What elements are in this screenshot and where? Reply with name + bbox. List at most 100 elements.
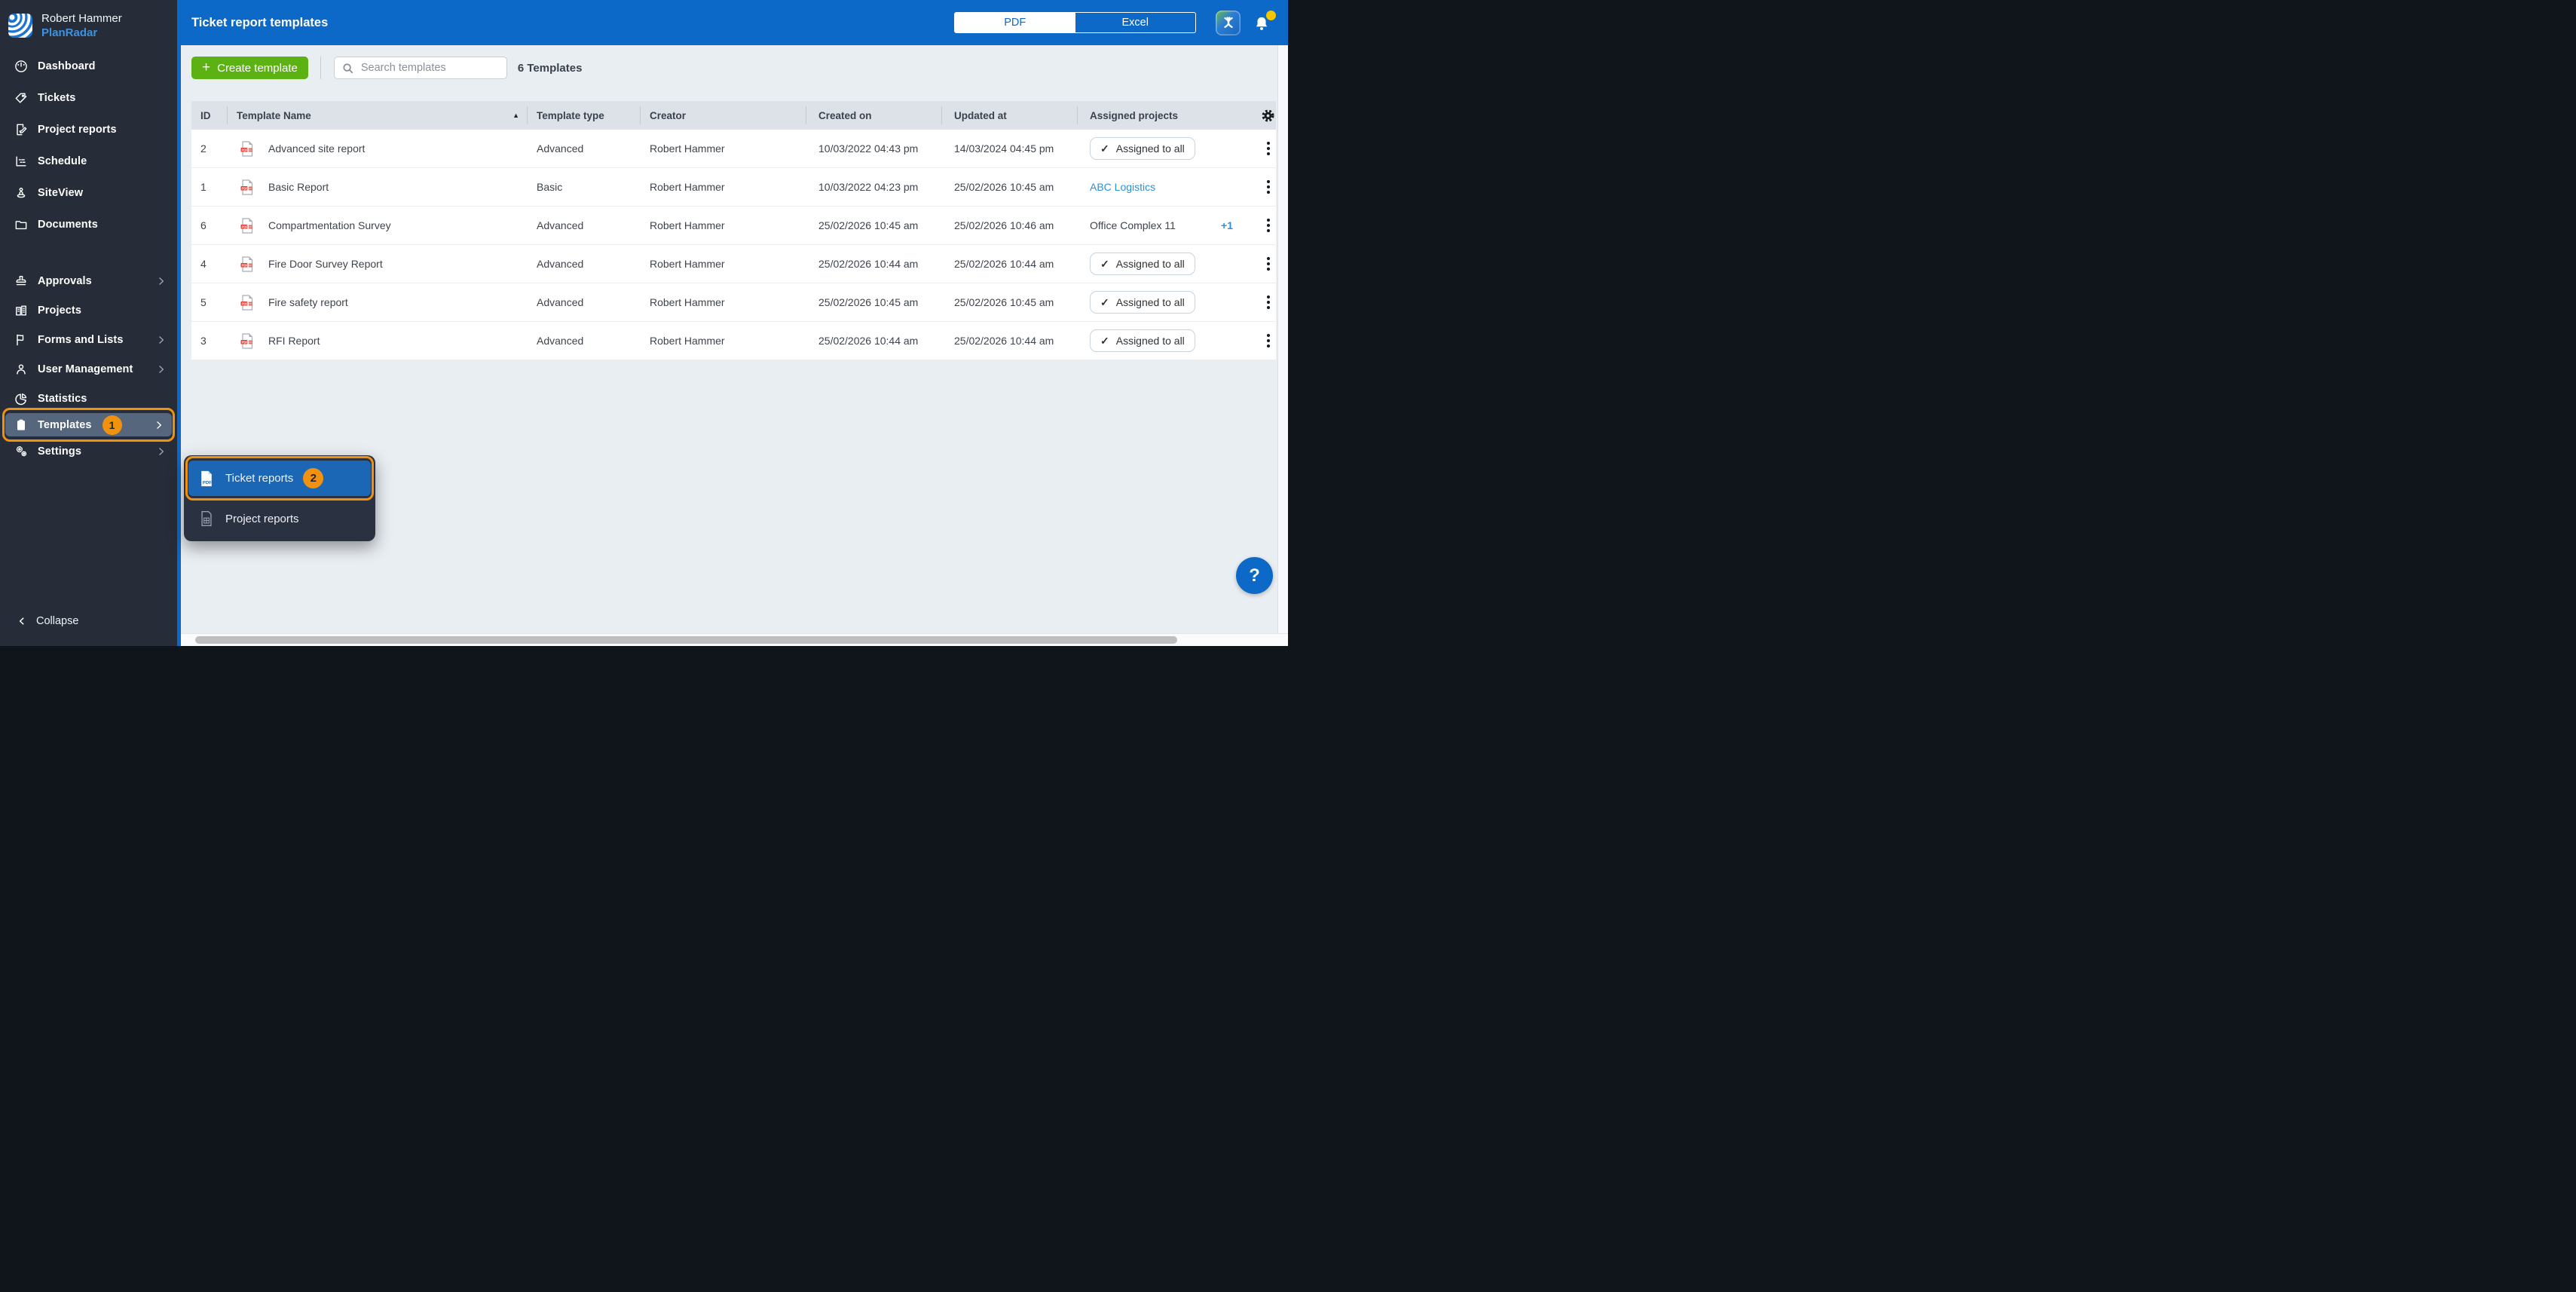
sidebar-item[interactable]: Statistics (0, 384, 177, 413)
tab-pdf[interactable]: PDF (955, 13, 1075, 32)
sidebar-item[interactable]: Tickets (0, 82, 177, 114)
sidebar-item[interactable]: Forms and Lists (0, 325, 177, 354)
sidebar-item-label: Templates (38, 419, 92, 431)
cell-updated-at: 25/02/2026 10:45 am (942, 181, 1078, 193)
template-name-text[interactable]: Compartmentation Survey (268, 219, 391, 231)
export-format-toggle: PDF Excel (954, 12, 1196, 33)
whats-new-button[interactable] (1216, 11, 1241, 35)
cell-assigned-projects: ABC Logistics (1078, 181, 1251, 193)
column-header-updated-at[interactable]: Updated at (942, 106, 1078, 124)
row-menu-kebab-icon[interactable] (1264, 331, 1273, 351)
sidebar-item[interactable]: Settings (0, 436, 177, 466)
sidebar-item[interactable]: SiteView (0, 177, 177, 209)
row-menu-kebab-icon[interactable] (1264, 216, 1273, 235)
templates-toolbar: + Create template 6 Templates (191, 57, 582, 79)
assigned-more-link[interactable]: +1 (1221, 219, 1233, 231)
sidebar: Robert Hammer PlanRadar Dashboard Ticket… (0, 0, 177, 646)
column-header-creator[interactable]: Creator (641, 106, 806, 124)
template-table-row[interactable]: 2 PDF Advanced site report Advanced Robe… (191, 130, 1276, 168)
table-settings-gear-icon[interactable] (1261, 109, 1275, 123)
submenu-item-label: Project reports (225, 513, 299, 525)
templates-count: 6 Templates (518, 62, 583, 75)
search-box (334, 57, 507, 79)
column-header-template-type[interactable]: Template type (528, 106, 641, 124)
column-header-id[interactable]: ID (191, 106, 228, 124)
main-area: Ticket report templates PDF Excel (181, 0, 1288, 646)
row-menu-kebab-icon[interactable] (1264, 254, 1273, 274)
sidebar-item-label: Forms and Lists (38, 334, 124, 346)
row-menu-kebab-icon[interactable] (1264, 139, 1273, 158)
horizontal-scrollbar-track[interactable] (181, 633, 1288, 646)
cell-template-name: PDF Advanced site report (228, 141, 528, 157)
cell-created-on: 10/03/2022 04:23 pm (806, 181, 942, 193)
sidebar-item[interactable]: Projects (0, 295, 177, 325)
template-name-text[interactable]: Basic Report (268, 181, 329, 193)
submenu-item[interactable]: Project reports (188, 504, 371, 534)
account-brand[interactable]: Robert Hammer PlanRadar (0, 0, 177, 44)
sidebar-item[interactable]: Approvals (0, 266, 177, 295)
sidebar-item[interactable]: Dashboard (0, 51, 177, 82)
column-header-assigned-projects[interactable]: Assigned projects (1078, 106, 1251, 124)
assigned-project-link[interactable]: ABC Logistics (1090, 181, 1155, 193)
assigned-to-all-button[interactable]: ✓Assigned to all (1090, 137, 1195, 160)
svg-text:PDF: PDF (242, 148, 249, 152)
pdf-file-icon: PDF (240, 256, 253, 272)
collapse-sidebar-button[interactable]: Collapse (0, 609, 78, 633)
create-template-button[interactable]: + Create template (191, 57, 308, 79)
svg-text:PDF: PDF (242, 340, 249, 344)
sidebar-item[interactable]: User Management (0, 354, 177, 384)
sidebar-item[interactable]: Schedule (0, 145, 177, 177)
cell-template-type: Advanced (528, 142, 641, 155)
cell-template-name: PDF Fire Door Survey Report (228, 256, 528, 272)
sidebar-item-label: Documents (38, 219, 98, 231)
templates-table: ID Template Name▲ Template type Creator … (191, 101, 1276, 360)
tutorial-step-badge: 2 (303, 468, 323, 488)
cell-updated-at: 25/02/2026 10:44 am (942, 335, 1078, 347)
chevron-left-icon (17, 616, 27, 626)
templates-submenu: Ticket reports 2 Project reports (184, 455, 375, 541)
horizontal-scrollbar-thumb[interactable] (195, 636, 1177, 644)
assigned-to-all-button[interactable]: ✓Assigned to all (1090, 291, 1195, 314)
assigned-to-all-button[interactable]: ✓Assigned to all (1090, 253, 1195, 275)
sidebar-item-label: Dashboard (38, 60, 96, 72)
row-menu-kebab-icon[interactable] (1264, 177, 1273, 197)
table-header-row: ID Template Name▲ Template type Creator … (191, 101, 1276, 130)
help-button[interactable]: ? (1236, 557, 1273, 594)
template-name-text[interactable]: Advanced site report (268, 142, 365, 155)
toolbar-divider (320, 57, 321, 79)
column-header-template-name[interactable]: Template Name▲ (228, 106, 528, 124)
assigned-to-all-button[interactable]: ✓Assigned to all (1090, 329, 1195, 352)
cell-id: 6 (191, 219, 228, 231)
template-table-row[interactable]: 4 PDF Fire Door Survey Report Advanced R… (191, 245, 1276, 283)
submenu-item[interactable]: Ticket reports 2 (188, 461, 371, 496)
template-table-row[interactable]: 3 PDF RFI Report Advanced Robert Hammer … (191, 322, 1276, 360)
cell-updated-at: 14/03/2024 04:45 pm (942, 142, 1078, 155)
sidebar-item-icon (14, 444, 29, 459)
template-table-row[interactable]: 5 PDF Fire safety report Advanced Robert… (191, 283, 1276, 322)
search-input[interactable] (359, 61, 499, 75)
sidebar-item-label: Statistics (38, 393, 87, 405)
template-name-text[interactable]: Fire safety report (268, 296, 348, 308)
check-icon: ✓ (1100, 258, 1109, 271)
pdf-file-icon: PDF (240, 218, 253, 234)
collapse-label: Collapse (36, 615, 78, 627)
cell-row-actions (1251, 139, 1276, 158)
sidebar-item[interactable]: Documents (0, 209, 177, 240)
template-name-text[interactable]: Fire Door Survey Report (268, 258, 383, 270)
template-name-text[interactable]: RFI Report (268, 335, 320, 347)
column-header-created-on[interactable]: Created on (806, 106, 942, 124)
sidebar-item[interactable]: Templates 1 (5, 413, 172, 436)
tab-excel[interactable]: Excel (1075, 13, 1196, 32)
sidebar-item[interactable]: Project reports (0, 114, 177, 145)
sidebar-item-label: User Management (38, 363, 133, 375)
template-table-row[interactable]: 1 PDF Basic Report Basic Robert Hammer 1… (191, 168, 1276, 207)
notifications-button[interactable] (1253, 11, 1273, 34)
template-table-row[interactable]: 6 PDF Compartmentation Survey Advanced R… (191, 207, 1276, 245)
vertical-scrollbar-track[interactable] (1277, 45, 1288, 633)
cell-assigned-projects: ✓Assigned to all (1078, 291, 1251, 314)
cell-created-on: 25/02/2026 10:45 am (806, 296, 942, 308)
cell-creator: Robert Hammer (641, 181, 806, 193)
sidebar-item-label: Tickets (38, 92, 75, 104)
sidebar-item-icon (14, 154, 29, 169)
row-menu-kebab-icon[interactable] (1264, 292, 1273, 312)
